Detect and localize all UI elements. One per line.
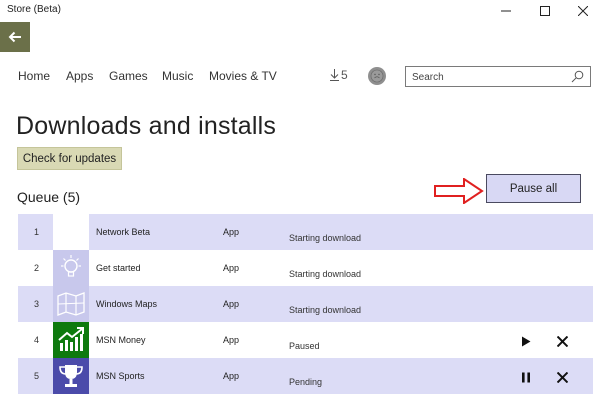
window-title: Store (Beta)	[7, 4, 61, 15]
page-title: Downloads and installs	[16, 112, 277, 140]
cancel-download-button[interactable]	[554, 369, 570, 385]
queue-row-name: MSN Sports	[96, 371, 145, 381]
map-icon	[53, 286, 89, 322]
search-input[interactable]	[412, 70, 562, 84]
queue-row-name: MSN Money	[96, 335, 146, 345]
queue-row[interactable]: 5 MSN Sports App Pending	[18, 358, 593, 394]
queue-row-status: Paused	[289, 341, 320, 351]
resume-button[interactable]	[518, 333, 534, 349]
queue-row-name: Get started	[96, 263, 141, 273]
queue-row-number: 2	[34, 263, 40, 273]
queue-row-name: Windows Maps	[96, 299, 158, 309]
play-icon	[522, 336, 531, 346]
queue-row-type: App	[223, 335, 240, 345]
nav-apps[interactable]: Apps	[66, 69, 93, 83]
search-box[interactable]	[405, 66, 591, 87]
queue-row-type: App	[223, 371, 240, 381]
queue-row-status: Starting download	[289, 233, 362, 243]
queue-row[interactable]: 4 MSN Money App Paused	[18, 322, 593, 358]
maximize-button[interactable]	[530, 0, 560, 22]
cancel-download-button[interactable]	[554, 333, 570, 349]
lightbulb-icon	[53, 250, 89, 286]
back-arrow-icon	[8, 31, 21, 43]
queue-row-status: Starting download	[289, 305, 362, 315]
queue-row-number: 3	[34, 299, 40, 309]
chart-icon	[53, 322, 89, 358]
queue-row-status: Starting download	[289, 269, 362, 279]
queue-row-number: 4	[34, 335, 40, 345]
user-avatar[interactable]	[368, 67, 386, 85]
close-button[interactable]	[568, 0, 597, 22]
search-icon[interactable]	[571, 70, 584, 83]
close-icon	[556, 371, 568, 383]
queue-row[interactable]: 1 Network Beta App Starting download	[18, 214, 593, 250]
close-icon	[578, 6, 588, 16]
queue-row-type: App	[223, 263, 240, 273]
queue-row-status: Pending	[289, 377, 323, 387]
download-icon	[330, 69, 339, 81]
queue-row-number: 1	[34, 227, 40, 237]
red-arrow-icon	[434, 178, 484, 204]
queue-row-type: App	[223, 299, 240, 309]
nav-movies-tv[interactable]: Movies & TV	[209, 69, 277, 83]
queue-row-type: App	[223, 227, 240, 237]
pause-button[interactable]	[518, 369, 534, 385]
maximize-icon	[540, 6, 550, 16]
nav-home[interactable]: Home	[18, 69, 50, 83]
queue-row[interactable]: 3 Windows Maps App Starting download	[18, 286, 593, 322]
back-button[interactable]	[0, 22, 30, 52]
queue-heading: Queue (5)	[17, 189, 81, 205]
download-queue: 1 Network Beta App Starting download 2 G…	[18, 214, 593, 394]
queue-row[interactable]: 2 Get started App Starting download	[18, 250, 593, 286]
minimize-button[interactable]	[491, 0, 521, 22]
nav-music[interactable]: Music	[162, 69, 193, 83]
blank-tile-icon	[53, 214, 89, 250]
queue-row-name: Network Beta	[96, 227, 151, 237]
user-avatar-icon	[370, 69, 384, 83]
pause-all-button[interactable]: Pause all	[486, 174, 581, 203]
queue-row-number: 5	[34, 371, 40, 381]
trophy-icon	[53, 358, 89, 394]
minimize-icon	[501, 10, 511, 12]
close-icon	[556, 335, 568, 347]
pause-icon	[522, 372, 530, 382]
check-for-updates-button[interactable]: Check for updates	[17, 147, 122, 170]
downloads-count: 5	[341, 68, 348, 82]
title-bar: Store (Beta)	[0, 0, 597, 22]
nav-games[interactable]: Games	[109, 69, 148, 83]
downloads-indicator[interactable]: 5	[330, 68, 348, 82]
